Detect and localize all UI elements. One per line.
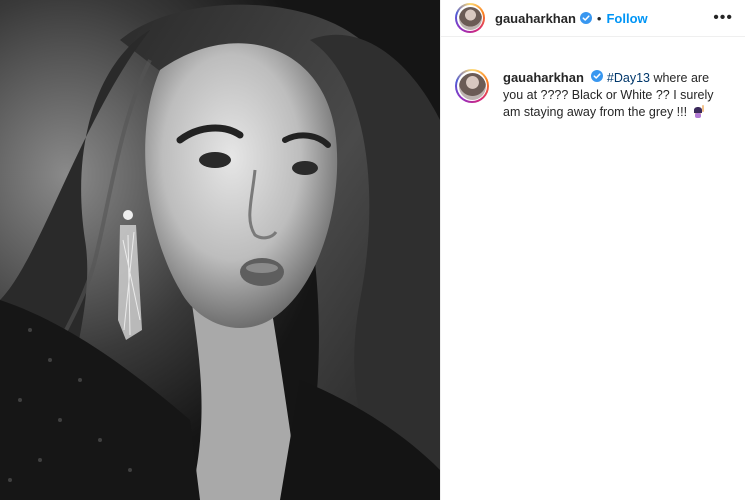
hashtag-link[interactable]: #Day13 [607,71,650,85]
caption-username-link[interactable]: gauaharkhan [503,70,584,85]
more-options-icon[interactable]: ••• [713,10,733,26]
avatar-picture [458,6,482,30]
avatar-inner [457,5,483,31]
caption-avatar-picture [458,72,486,100]
caption-avatar-inner [457,71,487,101]
post-header: gauaharkhan • Follow ••• [441,0,745,37]
caption: gauaharkhan #Day13 where are you at ????… [441,37,745,121]
verified-badge-icon [591,70,604,82]
post-photo[interactable] [0,0,440,500]
verified-badge-icon [579,12,592,24]
avatar[interactable] [455,3,485,33]
username-link[interactable]: gauaharkhan [495,11,576,26]
caption-avatar[interactable] [455,69,489,103]
post-image [0,0,440,500]
caption-text: gauaharkhan #Day13 where are you at ????… [503,69,728,121]
separator-dot: • [596,10,602,26]
post-sidebar: gauaharkhan • Follow ••• gauaharkhan #Da… [440,0,745,500]
follow-button[interactable]: Follow [606,11,647,26]
instagram-post: gauaharkhan • Follow ••• gauaharkhan #Da… [0,0,745,500]
woman-raising-hand-emoji-icon [693,105,704,118]
